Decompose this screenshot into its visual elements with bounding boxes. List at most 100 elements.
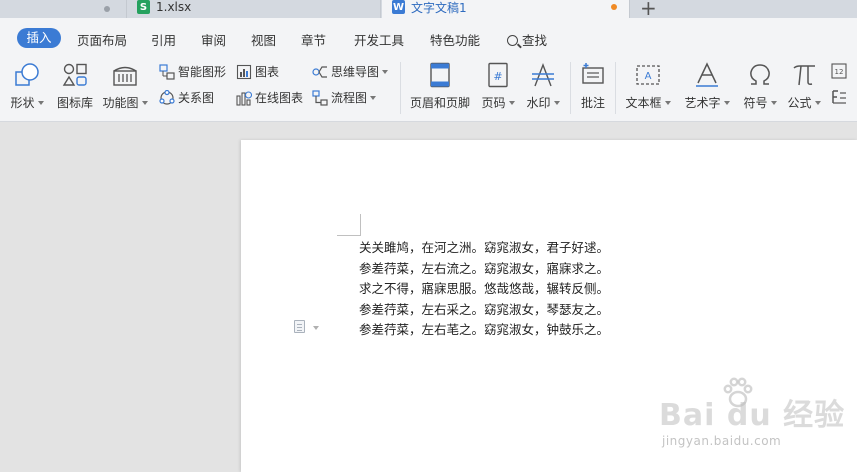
shape-icon bbox=[14, 62, 40, 88]
menu-item-references[interactable]: 引用 bbox=[151, 30, 176, 49]
watermark-button[interactable]: 水印 bbox=[526, 56, 560, 111]
comment-button[interactable]: 批注 bbox=[578, 56, 608, 111]
margin-crop-mark bbox=[360, 214, 361, 236]
formula-button[interactable]: 公式 bbox=[786, 56, 822, 111]
tab-status-dot bbox=[104, 6, 110, 12]
flowchart-label: 流程图 bbox=[331, 91, 368, 105]
numbered-icon: 12 bbox=[831, 63, 847, 79]
chevron-down-icon bbox=[141, 101, 148, 105]
chart-label: 图表 bbox=[255, 65, 280, 79]
page-number-button[interactable]: # 页码 bbox=[480, 56, 516, 111]
textbox-label: 文本框 bbox=[625, 96, 662, 110]
watermark-logo: Bai du 经验 bbox=[659, 398, 846, 433]
watermark-label: 水印 bbox=[526, 96, 551, 110]
chevron-down-icon bbox=[723, 101, 730, 105]
tab-label: 文字文稿1 bbox=[411, 0, 467, 15]
paragraph-line: 参差荇菜，左右芼之。窈窕淑女，钟鼓乐之。 bbox=[359, 322, 610, 338]
ribbon-separator bbox=[570, 62, 571, 114]
svg-text:A: A bbox=[645, 71, 652, 82]
chevron-down-icon bbox=[370, 95, 377, 100]
menu-item-sections[interactable]: 章节 bbox=[301, 30, 326, 49]
symbol-button[interactable]: 符号 bbox=[742, 56, 778, 111]
find-button[interactable]: 查找 bbox=[507, 30, 547, 49]
omega-icon bbox=[747, 62, 773, 88]
spreadsheet-icon: S bbox=[137, 0, 150, 14]
chevron-down-icon bbox=[508, 101, 515, 105]
online-chart-button[interactable]: 在线图表 bbox=[236, 89, 303, 106]
menu-item-page-layout[interactable]: 页面布局 bbox=[77, 30, 127, 49]
insert-number-button[interactable]: 12 bbox=[831, 63, 850, 79]
mindmap-icon bbox=[312, 64, 328, 80]
header-footer-icon bbox=[427, 62, 453, 88]
paragraph-line: 参差荇菜，左右流之。窈窕淑女，寤寐求之。 bbox=[359, 260, 610, 276]
ribbon-separator bbox=[400, 62, 401, 114]
function-chart-label: 功能图 bbox=[102, 96, 139, 110]
formula-label: 公式 bbox=[787, 96, 812, 110]
wordart-label: 艺术字 bbox=[684, 96, 721, 110]
pi-icon bbox=[791, 62, 817, 88]
tab-blank[interactable] bbox=[0, 0, 127, 18]
svg-text:12: 12 bbox=[835, 68, 844, 76]
icon-library-button[interactable]: 图标库 bbox=[56, 56, 94, 111]
mindmap-label: 思维导图 bbox=[331, 65, 380, 79]
chevron-down-icon bbox=[770, 101, 777, 105]
paragraph-line: 求之不得，寤寐思服。悠哉悠哉，辗转反侧。 bbox=[359, 281, 610, 297]
chevron-down-icon[interactable] bbox=[313, 326, 319, 330]
paragraph-line: 关关雎鸠，在河之洲。窈窕淑女，君子好逑。 bbox=[359, 240, 610, 255]
flowchart-icon bbox=[312, 89, 328, 106]
mindmap-button[interactable]: 思维导图 bbox=[312, 63, 389, 80]
margin-crop-mark bbox=[337, 235, 361, 236]
wordart-button[interactable]: 艺术字 bbox=[684, 56, 730, 111]
first-letter-button[interactable] bbox=[831, 89, 850, 105]
tab-document[interactable]: W 文字文稿1 bbox=[382, 0, 630, 18]
wordart-icon bbox=[694, 62, 720, 88]
document-body[interactable]: 关关雎鸠，在河之洲。窈窕淑女，君子好逑。 参差荇菜，左右流之。窈窕淑女，寤寐求之… bbox=[359, 238, 609, 341]
menu-item-developer[interactable]: 开发工具 bbox=[354, 30, 404, 49]
symbol-label: 符号 bbox=[743, 96, 768, 110]
page-number-icon: # bbox=[485, 62, 511, 88]
smart-shape-icon bbox=[159, 63, 175, 80]
smart-shape-button[interactable]: 智能图形 bbox=[159, 63, 226, 80]
icon-library-label: 图标库 bbox=[56, 96, 93, 110]
chevron-down-icon bbox=[664, 101, 671, 105]
textbox-button[interactable]: A 文本框 bbox=[625, 56, 671, 111]
header-footer-button[interactable]: 页眉和页脚 bbox=[409, 56, 471, 111]
comment-icon bbox=[580, 62, 606, 88]
function-chart-icon bbox=[112, 62, 138, 88]
header-footer-label: 页眉和页脚 bbox=[409, 96, 470, 110]
find-label: 查找 bbox=[522, 33, 548, 48]
tab-xlsx[interactable]: S 1.xlsx bbox=[127, 0, 381, 18]
function-chart-button[interactable]: 功能图 bbox=[102, 56, 148, 111]
ribbon-separator bbox=[615, 62, 616, 114]
paragraph-layout-icon[interactable] bbox=[294, 320, 305, 333]
chevron-down-icon bbox=[814, 101, 821, 105]
menu-item-features[interactable]: 特色功能 bbox=[430, 30, 480, 49]
online-chart-label: 在线图表 bbox=[255, 91, 304, 105]
flowchart-button[interactable]: 流程图 bbox=[312, 89, 377, 106]
paragraph-line: 参差荇菜，左右采之。窈窕淑女，琴瑟友之。 bbox=[359, 301, 610, 317]
shape-button[interactable]: 形状 bbox=[10, 56, 44, 111]
relation-chart-label: 关系图 bbox=[178, 91, 215, 105]
writer-doc-icon: W bbox=[392, 0, 405, 14]
icon-library-icon bbox=[62, 62, 88, 88]
watermark-url: jingyan.baidu.com bbox=[662, 434, 782, 448]
bar-chart-icon bbox=[236, 64, 252, 80]
online-chart-icon bbox=[236, 90, 253, 106]
svg-text:#: # bbox=[493, 70, 502, 83]
baidu-jingyan-watermark: Bai du 经验 jingyan.baidu.com bbox=[659, 372, 849, 462]
menu-item-review[interactable]: 审阅 bbox=[201, 30, 226, 49]
chevron-down-icon bbox=[37, 101, 44, 105]
unsaved-dot bbox=[611, 4, 617, 10]
relation-chart-button[interactable]: 关系图 bbox=[159, 89, 214, 106]
tab-label: 1.xlsx bbox=[156, 0, 192, 14]
chart-button[interactable]: 图表 bbox=[236, 63, 279, 80]
search-icon bbox=[507, 35, 518, 46]
tab-bar: S 1.xlsx W 文字文稿1 + bbox=[0, 0, 857, 20]
menu-item-insert[interactable]: 插入 bbox=[17, 28, 61, 48]
comment-label: 批注 bbox=[580, 96, 605, 110]
shape-label: 形状 bbox=[10, 96, 35, 110]
menu-item-view[interactable]: 视图 bbox=[251, 30, 276, 49]
chevron-down-icon bbox=[553, 101, 560, 105]
new-tab-button[interactable]: + bbox=[640, 0, 657, 20]
page-number-label: 页码 bbox=[481, 96, 506, 110]
